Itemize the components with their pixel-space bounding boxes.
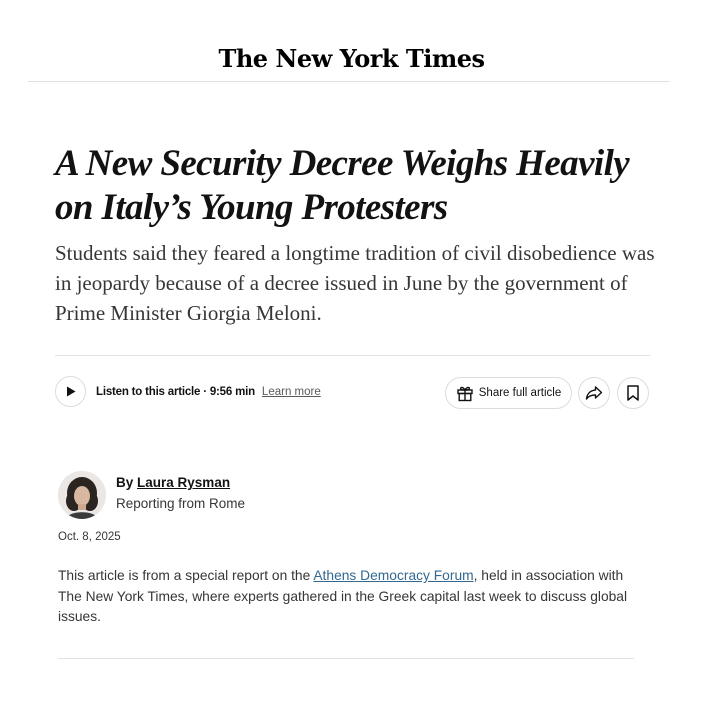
byline-prefix: By <box>116 475 134 490</box>
article-summary: Students said they feared a longtime tra… <box>55 241 655 325</box>
share-label: Share full article <box>478 387 562 399</box>
athens-democracy-forum-link[interactable]: Athens Democracy Forum <box>313 568 473 583</box>
listen-label[interactable]: Listen to this article · 9:56 min <box>96 386 255 398</box>
dateline: Reporting from Rome <box>116 496 246 511</box>
article-headline: A New Security Decree Weighs Heavily on … <box>55 143 630 228</box>
bookmark-icon <box>627 385 639 401</box>
gift-icon <box>457 386 473 402</box>
intro-bottom-divider <box>58 658 634 659</box>
author-avatar[interactable] <box>58 471 106 519</box>
publish-date: Oct. 8, 2025 <box>58 531 121 543</box>
save-button[interactable] <box>617 377 649 409</box>
nyt-logo[interactable]: The New York Times <box>0 44 703 73</box>
author-portrait <box>58 471 106 519</box>
play-button[interactable] <box>55 376 86 407</box>
share-forward-icon <box>585 386 603 400</box>
learn-more-link[interactable]: Learn more <box>262 386 321 398</box>
play-icon <box>66 386 75 397</box>
author-link[interactable]: Laura Rysman <box>137 475 230 490</box>
byline: By Laura Rysman <box>116 475 230 490</box>
share-button[interactable] <box>578 377 610 409</box>
masthead-divider <box>28 81 670 82</box>
listen-bar: Listen to this article · 9:56 min Learn … <box>55 376 321 407</box>
share-full-article-button[interactable]: Share full article <box>445 377 572 409</box>
intro-text-start: This article is from a special report on… <box>58 568 314 583</box>
article-intro: This article is from a special report on… <box>58 566 638 628</box>
toolbar-top-divider <box>55 355 650 356</box>
